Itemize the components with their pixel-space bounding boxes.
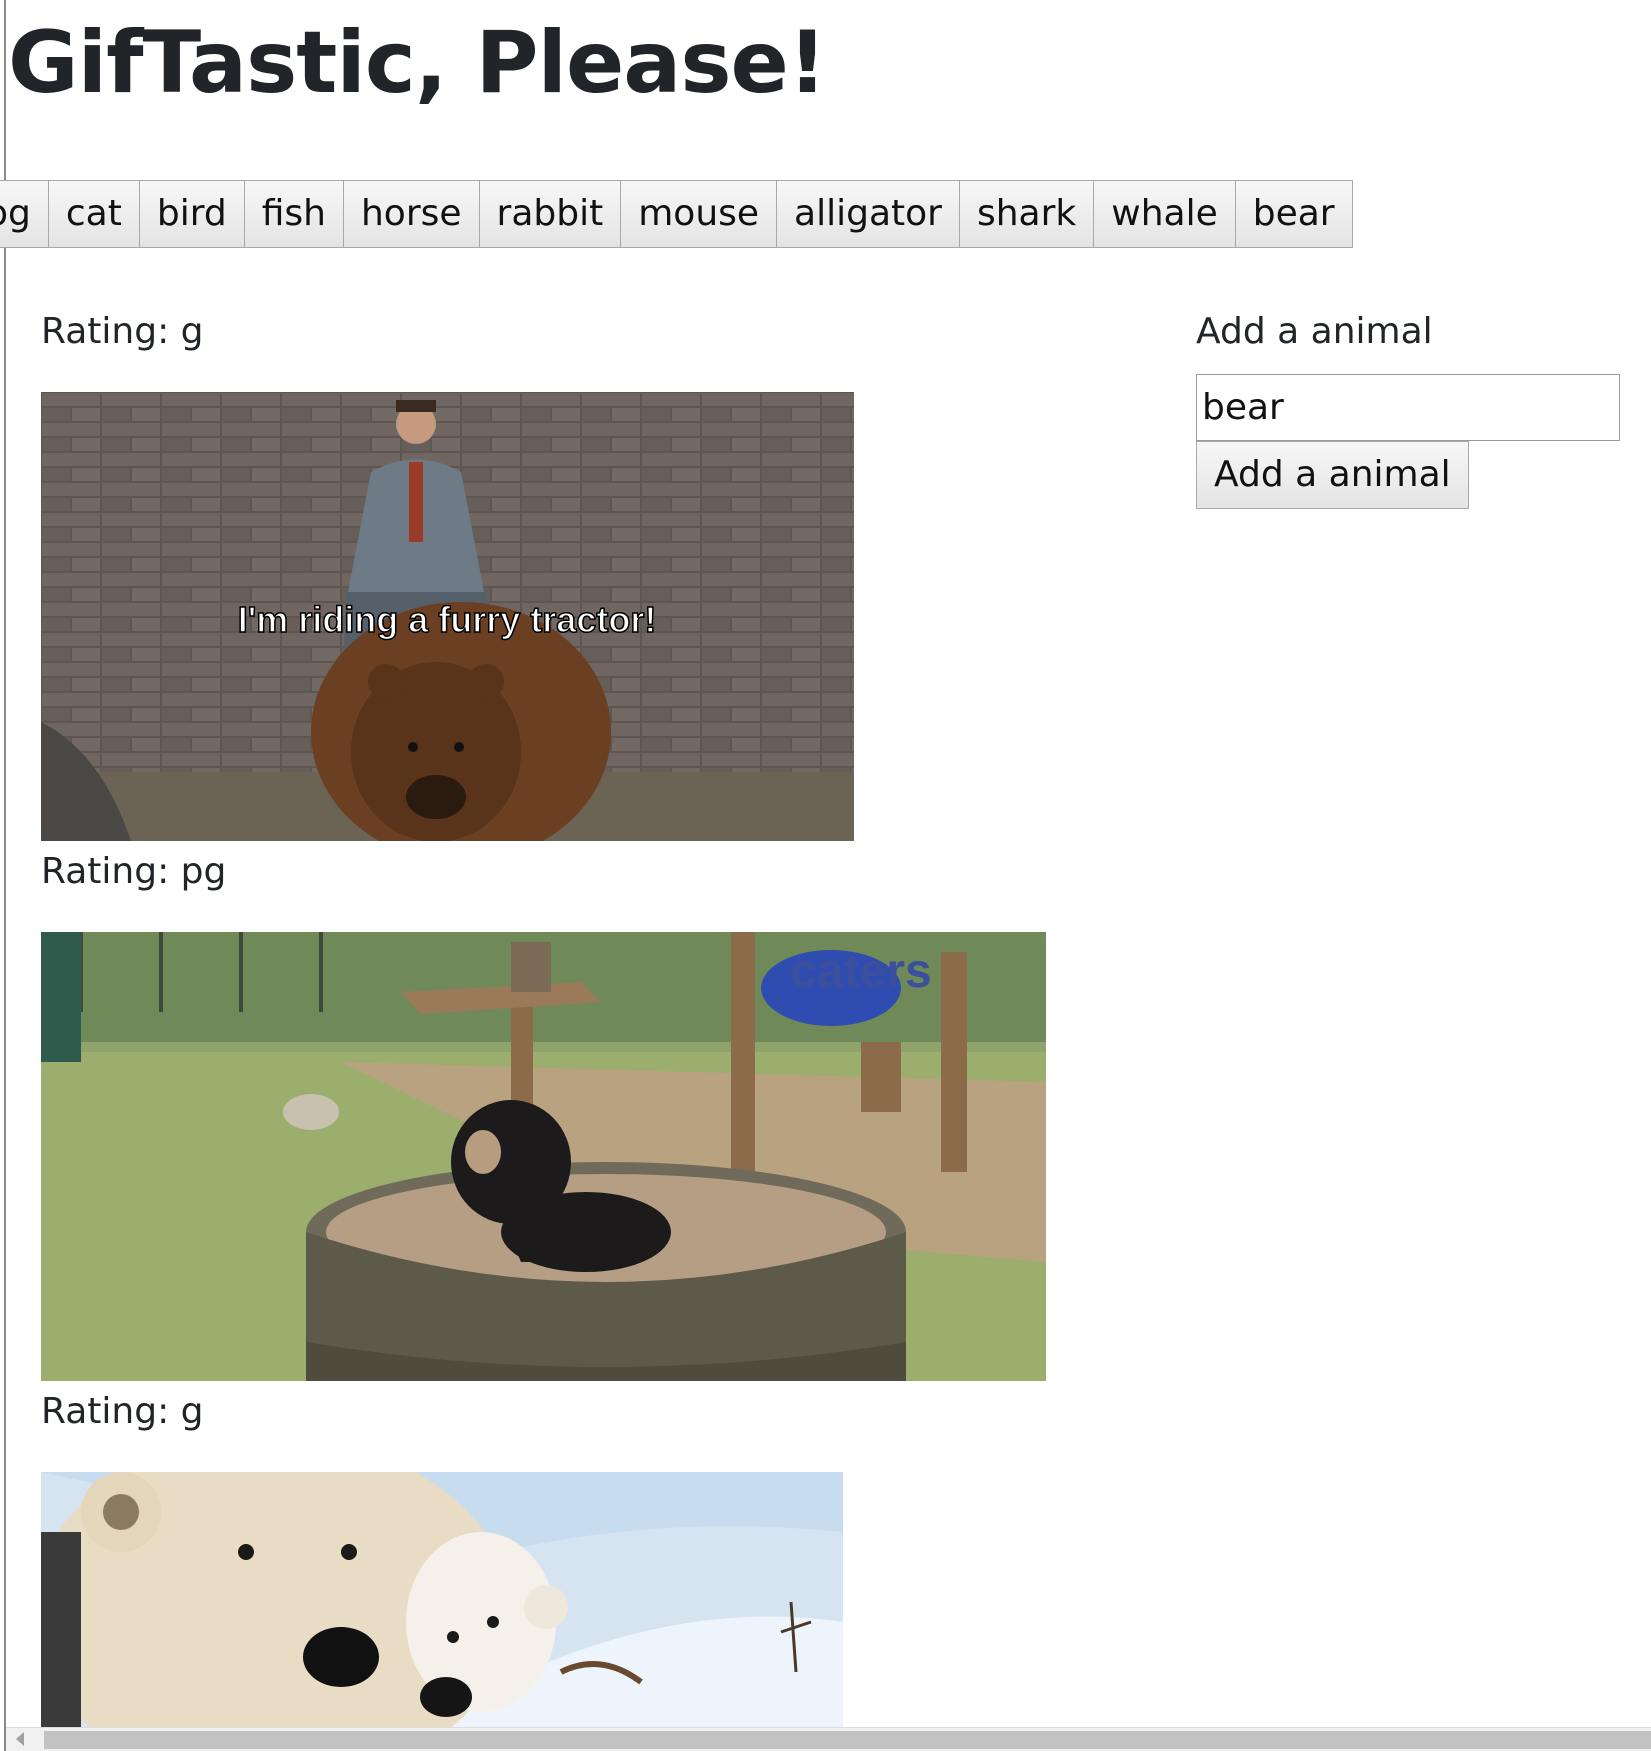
animal-button-bird[interactable]: bird [138, 180, 245, 248]
animal-button-row: log cat bird fish horse rabbit mouse all… [0, 180, 1353, 248]
animal-button-log[interactable]: log [0, 180, 49, 248]
scrollbar-thumb[interactable] [44, 1731, 1651, 1749]
gif-watermark: caters [790, 945, 931, 998]
window-left-border [0, 0, 6, 1751]
horizontal-scrollbar[interactable] [6, 1727, 1651, 1751]
gif-rating-label: Rating: pg [41, 851, 227, 892]
animal-button-cat[interactable]: cat [47, 180, 140, 248]
gif-image-bear-ride[interactable]: I'm riding a furry tractor! [41, 392, 854, 841]
animal-button-horse[interactable]: horse [342, 180, 480, 248]
gif-caption: I'm riding a furry tractor! [238, 599, 657, 640]
animal-button-bear[interactable]: bear [1234, 180, 1353, 248]
animal-button-alligator[interactable]: alligator [776, 180, 960, 248]
add-animal-button[interactable]: Add a animal [1196, 441, 1469, 509]
add-animal-label: Add a animal [1196, 311, 1433, 352]
gif-rating-label: Rating: g [41, 1391, 204, 1432]
animal-button-shark[interactable]: shark [958, 180, 1095, 248]
gif-image-polar-bears[interactable] [41, 1472, 843, 1727]
gif-rating-label: Rating: g [41, 311, 204, 352]
scroll-left-arrow-icon[interactable] [16, 1732, 24, 1746]
page-title: GifTastic, Please! [8, 13, 827, 113]
animal-button-rabbit[interactable]: rabbit [478, 180, 622, 248]
animal-input[interactable] [1196, 374, 1620, 441]
gif-image-bear-bath[interactable]: caters [41, 932, 1046, 1381]
animal-button-fish[interactable]: fish [243, 180, 344, 248]
page: GifTastic, Please! log cat bird fish hor… [0, 0, 1651, 1751]
animal-button-whale[interactable]: whale [1093, 180, 1236, 248]
animal-button-mouse[interactable]: mouse [620, 180, 778, 248]
